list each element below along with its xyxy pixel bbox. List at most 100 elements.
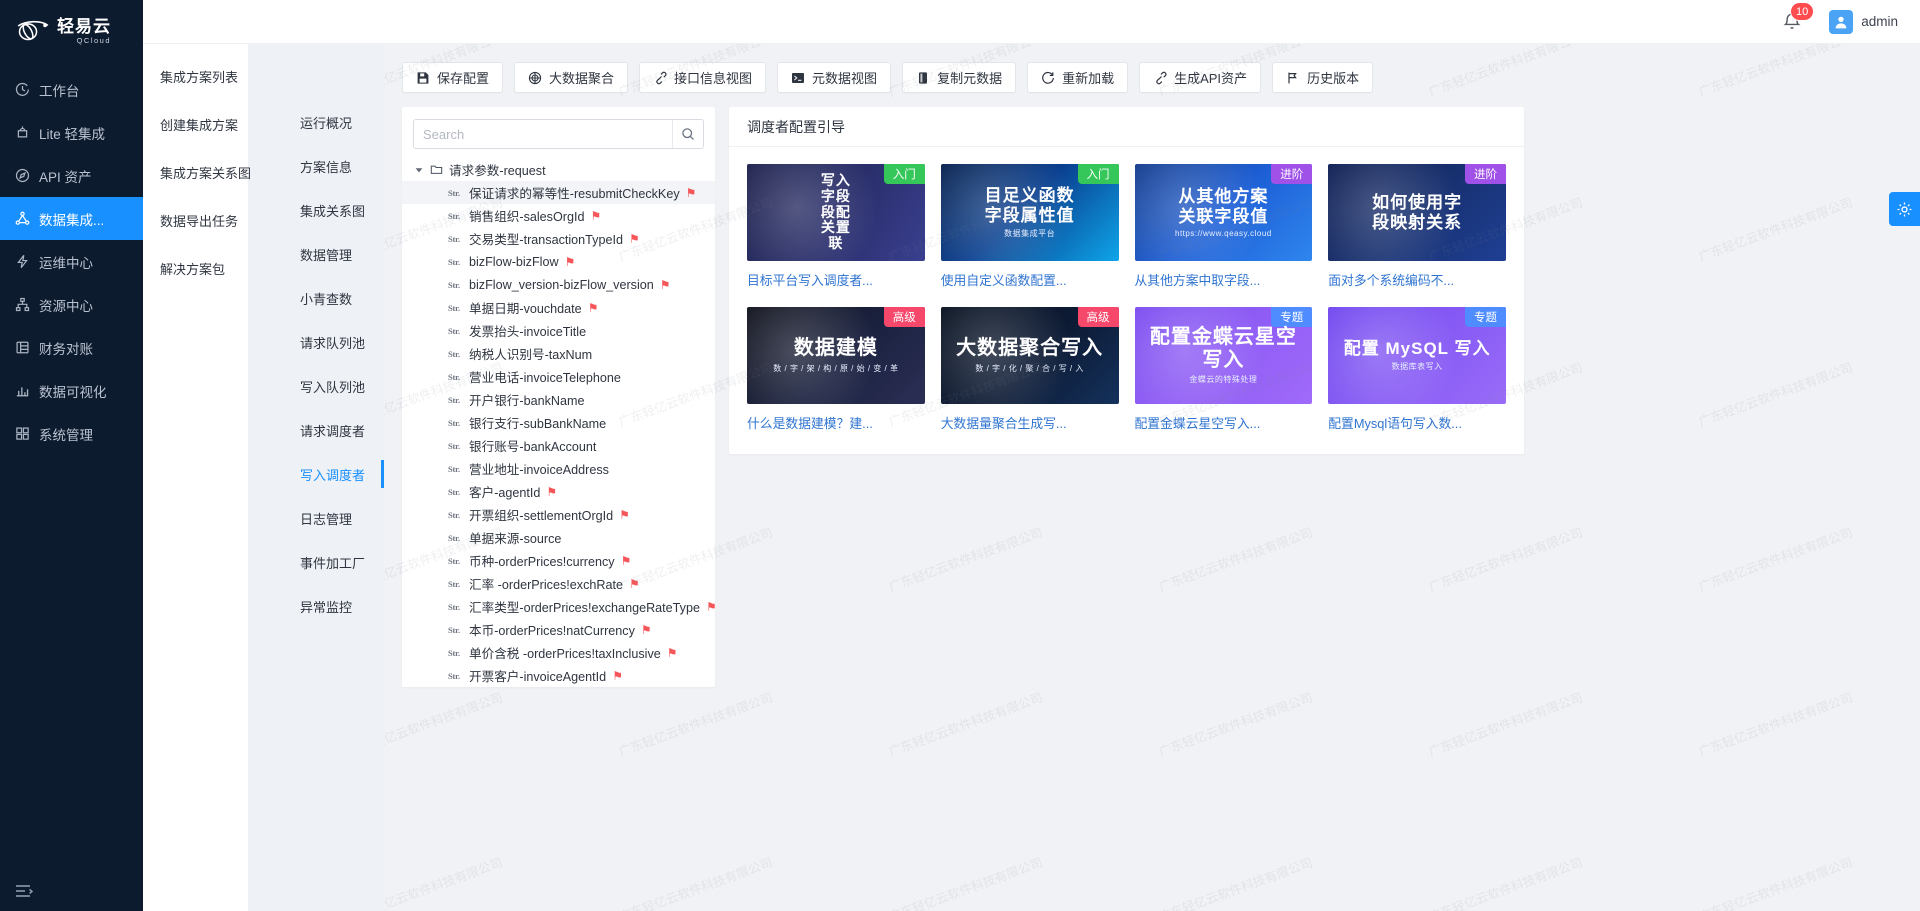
tree-leaf-item[interactable]: Str.bizFlow-bizFlow⚑ [402,250,715,273]
interface-info-view-button[interactable]: 接口信息视图 [639,62,766,93]
button-label: 复制元数据 [937,68,1002,87]
guide-card-caption[interactable]: 从其他方案中取字段... [1135,270,1313,289]
metadata-view-button[interactable]: 元数据视图 [777,62,891,93]
reload-button[interactable]: 重新加载 [1027,62,1128,93]
menu-item-integration-graph[interactable]: 集成方案关系图 [143,148,248,196]
guide-card[interactable]: 从其他方案关联字段值https://www.qeasy.cloud进阶从其他方案… [1135,164,1313,289]
save-config-button[interactable]: 保存配置 [402,62,503,93]
guide-card-thumbnail: 写入字段段配关置联入门 [747,164,925,261]
submenu-item-solution-info[interactable]: 方案信息 [248,144,384,188]
tree-leaf-item[interactable]: Str.币种-orderPrices!currency⚑ [402,549,715,572]
sidebar-item-ops[interactable]: 运维中心 [0,240,143,283]
tree-leaf-item[interactable]: Str.开票客户-invoiceAgentId⚑ [402,664,715,687]
tree-leaf-item[interactable]: Str.营业电话-invoiceTelephone [402,365,715,388]
tree-leaf-item[interactable]: Str.单据来源-source [402,526,715,549]
app-logo[interactable]: 轻易云 QCloud [0,0,143,62]
submenu-item-write-queue[interactable]: 写入队列池 [248,364,384,408]
tree-leaf-item[interactable]: Str.客户-agentId⚑ [402,480,715,503]
watermark-text: 广东轻亿云软件科技有限公司 [1426,687,1585,760]
tree-leaf-item[interactable]: Str.纳税人识别号-taxNum [402,342,715,365]
sidebar-item-resource[interactable]: 资源中心 [0,283,143,326]
guide-card[interactable]: 目足义函数字段属性值数据集成平台入门使用自定义函数配置... [941,164,1119,289]
required-flag-icon: ⚑ [590,209,601,223]
tree-leaf-item[interactable]: Str.交易类型-transactionTypeId⚑ [402,227,715,250]
bigdata-aggregate-button[interactable]: 大数据聚合 [514,62,628,93]
sidebar-item-data-integration[interactable]: 数据集成... [0,197,143,240]
submenu-item-exception-monitor[interactable]: 异常监控 [248,584,384,628]
tree-leaf-item[interactable]: Str.单据日期-vouchdate⚑ [402,296,715,319]
generate-api-asset-button[interactable]: 生成API资产 [1139,62,1261,93]
submenu-item-log-management[interactable]: 日志管理 [248,496,384,540]
guide-card-caption[interactable]: 配置金蝶云星空写入... [1135,413,1313,432]
watermark-text: 广东轻亿云软件科技有限公司 [1426,852,1585,911]
history-version-button[interactable]: 历史版本 [1272,62,1373,93]
guide-card[interactable]: 如何使用字段映射关系进阶面对多个系统编码不... [1328,164,1506,289]
tree-leaf-list: Str.保证请求的幂等性-resubmitCheckKey⚑ Str. 销售组织-s… [402,181,715,687]
required-flag-icon: ⚑ [588,301,599,315]
guide-card[interactable]: 配置 MySQL 写入数据库表写入专题配置Mysql语句写入数... [1328,307,1506,432]
submenu-item-overview[interactable]: 运行概况 [248,100,384,144]
thumbnail-subtitle: 数 / 字 / 化 / 聚 / 合 / 写 / 入 [975,363,1084,374]
collapse-menu-icon[interactable] [13,881,33,901]
tree-leaf-item[interactable]: Str.bizFlow_version-bizFlow_version⚑ [402,273,715,296]
tree-leaf-item[interactable]: Str.开票组织-settlementOrgId⚑ [402,503,715,526]
notifications-button[interactable]: 10 [1781,11,1803,33]
guide-card-caption[interactable]: 目标平台写入调度者... [747,270,925,289]
sidebar-item-visualization[interactable]: 数据可视化 [0,369,143,412]
guide-card[interactable]: 写入字段段配关置联入门目标平台写入调度者... [747,164,925,289]
submenu-item-request-queue[interactable]: 请求队列池 [248,320,384,364]
tree-leaf-item[interactable]: Str.汇率类型-orderPrices!exchangeRateType⚑ [402,595,715,618]
tree-leaf-item[interactable]: Str.本币-orderPrices!natCurrency⚑ [402,618,715,641]
search-button[interactable] [672,120,703,148]
tree-leaf-item[interactable]: Str.营业地址-invoiceAddress [402,457,715,480]
save-icon [416,71,430,85]
thumbnail-subtitle: 数据集成平台 [1004,228,1055,239]
param-label: 销售组织-salesOrgId [469,206,584,225]
guide-card[interactable]: 配置金蝶云星空写入金蝶云的特殊处理专题配置金蝶云星空写入... [1135,307,1313,432]
chevron-down-icon[interactable] [414,165,424,175]
tree-leaf-item[interactable]: Str.保证请求的幂等性-resubmitCheckKey⚑ [402,181,715,204]
tree-leaf-item[interactable]: Str.销售组织-salesOrgId⚑ [402,204,715,227]
submenu-item-request-scheduler[interactable]: 请求调度者 [248,408,384,452]
param-type-tag: Str. [448,441,463,451]
required-flag-icon: ⚑ [706,600,715,614]
guide-card-caption[interactable]: 面对多个系统编码不... [1328,270,1506,289]
copy-metadata-button[interactable]: 复制元数据 [902,62,1016,93]
sidebar-item-finance[interactable]: 财务对账 [0,326,143,369]
submenu-item-relation-graph[interactable]: 集成关系图 [248,188,384,232]
watermark-text: 广东轻亿云软件科技有限公司 [1696,852,1855,911]
sidebar-item-system[interactable]: 系统管理 [0,412,143,455]
settings-float-button[interactable] [1889,192,1920,226]
guide-card[interactable]: 大数据聚合写入数 / 字 / 化 / 聚 / 合 / 写 / 入高级大数据量聚合… [941,307,1119,432]
tree-leaf-item[interactable]: Str.发票抬头-invoiceTitle [402,319,715,342]
menu-item-create-integration[interactable]: 创建集成方案 [143,100,248,148]
submenu-item-write-scheduler[interactable]: 写入调度者 [248,452,384,496]
guide-card-caption[interactable]: 大数据量聚合生成写... [941,413,1119,432]
submenu-item-query[interactable]: 小青查数 [248,276,384,320]
user-avatar-icon [1833,14,1849,30]
tree-leaf-item[interactable]: Str.汇率 -orderPrices!exchRate⚑ [402,572,715,595]
tree-leaf-item[interactable]: Str.银行支行-subBankName [402,411,715,434]
tree-leaf-item[interactable]: Str.开户银行-bankName [402,388,715,411]
param-type-tag: Str. [448,579,463,589]
search-input[interactable] [414,120,672,148]
menu-item-export-task[interactable]: 数据导出任务 [143,196,248,244]
submenu-item-event-factory[interactable]: 事件加工厂 [248,540,384,584]
tree-leaf-item[interactable]: Str.单价含税 -orderPrices!taxInclusive⚑ [402,641,715,664]
tree-leaf-item[interactable]: Str.银行账号-bankAccount [402,434,715,457]
submenu-item-data-management[interactable]: 数据管理 [248,232,384,276]
tree-root-node[interactable]: 请求参数-request [402,158,715,181]
required-flag-icon: ⚑ [641,623,652,637]
guide-card-caption[interactable]: 配置Mysql语句写入数... [1328,413,1506,432]
main-content: 保存配置 大数据聚合 接口信息视图 元数据视图 复制元数据 重新加载 生成API… [384,44,1920,911]
user-menu[interactable]: admin [1829,10,1898,34]
guide-card-caption[interactable]: 使用自定义函数配置... [941,270,1119,289]
user-name: admin [1861,14,1898,29]
menu-item-solution-package[interactable]: 解决方案包 [143,244,248,292]
menu-item-integration-list[interactable]: 集成方案列表 [143,52,248,100]
sidebar-item-lite[interactable]: Lite 轻集成 [0,111,143,154]
sidebar-item-workbench[interactable]: 工作台 [0,68,143,111]
guide-card-caption[interactable]: 什么是数据建模？建... [747,413,925,432]
sidebar-item-api[interactable]: API 资产 [0,154,143,197]
guide-card[interactable]: 数据建模数 / 字 / 架 / 构 / 原 / 始 / 变 / 革高级什么是数据… [747,307,925,432]
